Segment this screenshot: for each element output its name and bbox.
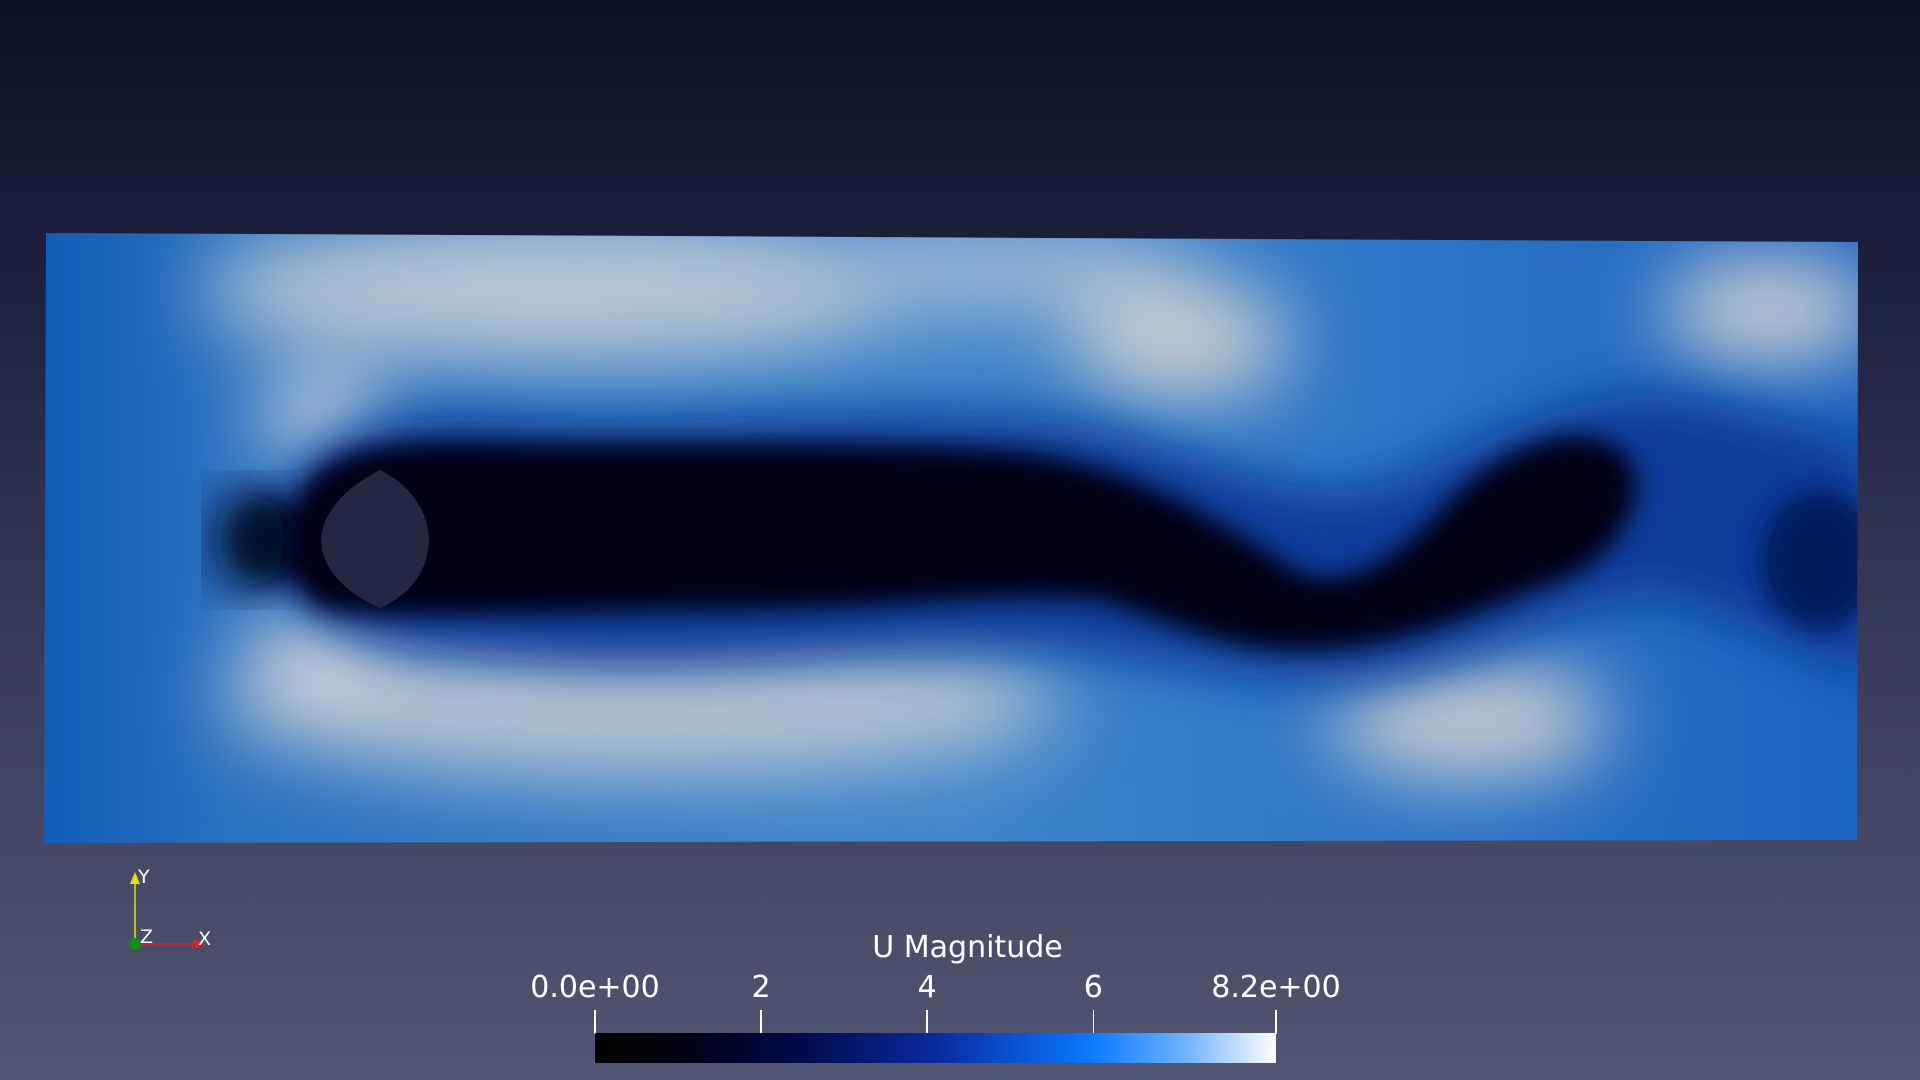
stagnation-region — [215, 490, 285, 590]
colorbar-tick-mark — [594, 1010, 596, 1034]
colorbar-tick-label: 8.2e+00 — [1211, 970, 1341, 1005]
colorbar[interactable] — [595, 1033, 1276, 1063]
y-axis-label: Y — [138, 866, 150, 888]
colorbar-tick-label: 0.0e+00 — [530, 970, 660, 1005]
velocity-magnitude-field — [44, 233, 1858, 843]
flow-domain — [44, 233, 1858, 843]
colorbar-tick-label: 6 — [1083, 970, 1103, 1005]
colorbar-tick-label: 2 — [751, 970, 771, 1005]
colorbar-title: U Magnitude — [872, 930, 1063, 965]
colorbar-tick-mark — [926, 1010, 928, 1034]
colorbar-tick-label: 4 — [917, 970, 937, 1005]
colorbar-tick-mark — [1092, 1010, 1095, 1034]
colorbar-gradient — [595, 1033, 1276, 1063]
colorbar-tick-mark — [760, 1010, 762, 1034]
render-viewport[interactable]: Y Z X U Magnitude 0.0e+00 2 4 6 8.2e+00 — [0, 0, 1920, 1080]
colorbar-tick-mark — [1275, 1010, 1277, 1034]
